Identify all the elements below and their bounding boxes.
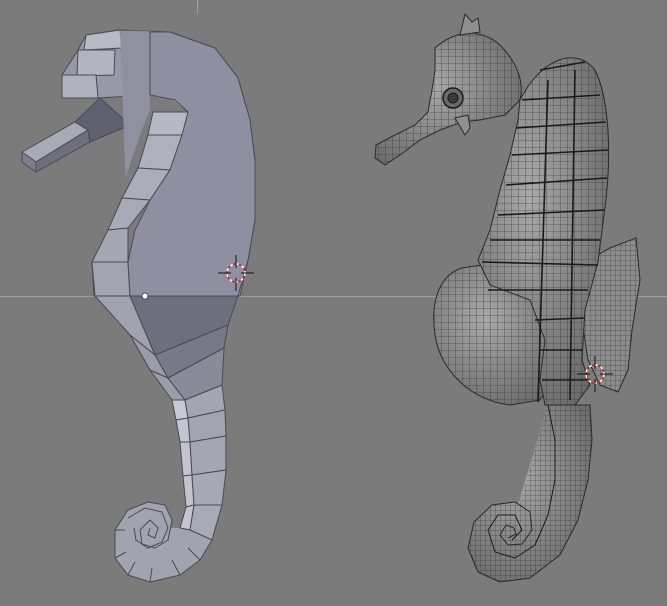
tail-mesh (468, 405, 592, 582)
head-step-3 (61, 74, 99, 99)
cheek-spike (454, 114, 471, 136)
neck-front-1 (147, 111, 189, 136)
selected-vertex[interactable] (141, 292, 149, 300)
neck-front-5 (91, 227, 129, 263)
head-step-1 (83, 29, 123, 51)
eye-inner (447, 92, 459, 104)
belly-front (91, 261, 131, 297)
seahorse-subdivided-mesh[interactable] (374, 12, 641, 583)
tail-8 (191, 469, 227, 506)
tail-6 (189, 435, 227, 476)
crown-spikes (459, 12, 481, 36)
head-step-2 (76, 49, 116, 77)
scene-svg (21, 12, 641, 583)
seahorse-low-poly-mesh[interactable] (21, 29, 256, 583)
3d-viewport[interactable] (0, 0, 667, 606)
